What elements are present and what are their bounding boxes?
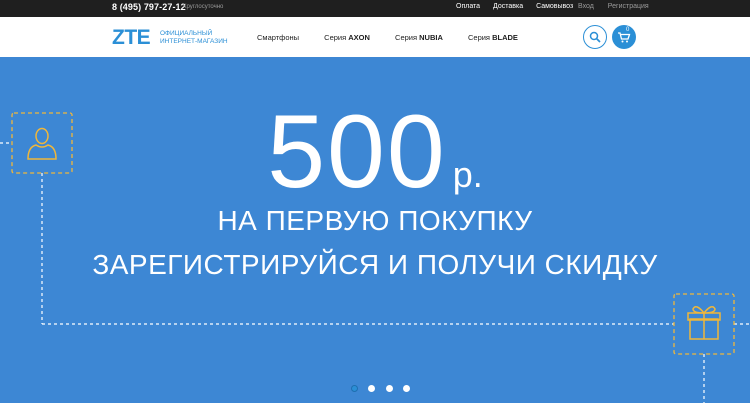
link-delivery[interactable]: Доставка: [493, 3, 523, 10]
discount-amount: 500 р.: [0, 93, 750, 212]
link-payment[interactable]: Оплата: [456, 3, 480, 10]
main-nav: Смартфоны Серия AXON Серия NUBIA Серия B…: [257, 33, 541, 42]
top-links: Оплата Доставка Самовывоз: [456, 3, 584, 10]
cart-count: 0: [626, 27, 630, 33]
nav-blade[interactable]: Серия BLADE: [468, 33, 518, 42]
top-bar: 8 (495) 797-27-12 Круглосуточно Оплата Д…: [0, 0, 750, 17]
auth-links: Вход Регистрация: [578, 3, 661, 10]
nav-label: Серия: [324, 33, 347, 42]
link-pickup[interactable]: Самовывоз: [536, 3, 573, 10]
register-link[interactable]: Регистрация: [608, 3, 649, 10]
nav-series-name: AXON: [348, 33, 370, 42]
nav-smartphones[interactable]: Смартфоны: [257, 33, 299, 42]
nav-label: Серия: [467, 33, 490, 42]
nav-label: Серия: [395, 33, 418, 42]
nav-series-name: NUBIA: [419, 33, 443, 42]
cart-button[interactable]: 0: [612, 25, 636, 49]
slider-dot-2[interactable]: [368, 385, 376, 392]
zte-logo[interactable]: ZTE: [112, 26, 151, 50]
login-link[interactable]: Вход: [578, 3, 594, 10]
slider-dot-4[interactable]: [403, 385, 411, 392]
phone-number[interactable]: 8 (495) 797-27-12: [112, 2, 186, 12]
nav-label: Смартфоны: [257, 33, 300, 42]
slider-dots: [351, 379, 416, 397]
working-hours: Круглосуточно: [183, 4, 224, 10]
nav-nubia[interactable]: Серия NUBIA: [395, 33, 443, 42]
amount-number: 500: [267, 94, 447, 210]
search-button[interactable]: [583, 25, 607, 49]
gift-icon: [687, 306, 721, 340]
slider-dot-1[interactable]: [351, 385, 358, 392]
hero-banner[interactable]: 500 р. НА ПЕРВУЮ ПОКУПКУ ЗАРЕГИСТРИРУЙСЯ …: [0, 57, 750, 403]
nav-axon[interactable]: Серия AXON: [324, 33, 370, 42]
hero-cta-text: ЗАРЕГИСТРИРУЙСЯ И ПОЛУЧИ СКИДКУ: [92, 249, 658, 280]
nav-series-name: BLADE: [492, 33, 518, 42]
slider-dot-3[interactable]: [385, 385, 393, 392]
search-icon: [589, 31, 601, 43]
amount-currency: р.: [452, 154, 483, 195]
header: ZTE ОФИЦИАЛЬНЫЙ ИНТЕРНЕТ-МАГАЗИН Смартфо…: [0, 17, 750, 57]
hero-subtitle: НА ПЕРВУЮ ПОКУПКУ: [217, 205, 533, 236]
store-tagline: ОФИЦИАЛЬНЫЙ ИНТЕРНЕТ-МАГАЗИН: [160, 30, 228, 45]
